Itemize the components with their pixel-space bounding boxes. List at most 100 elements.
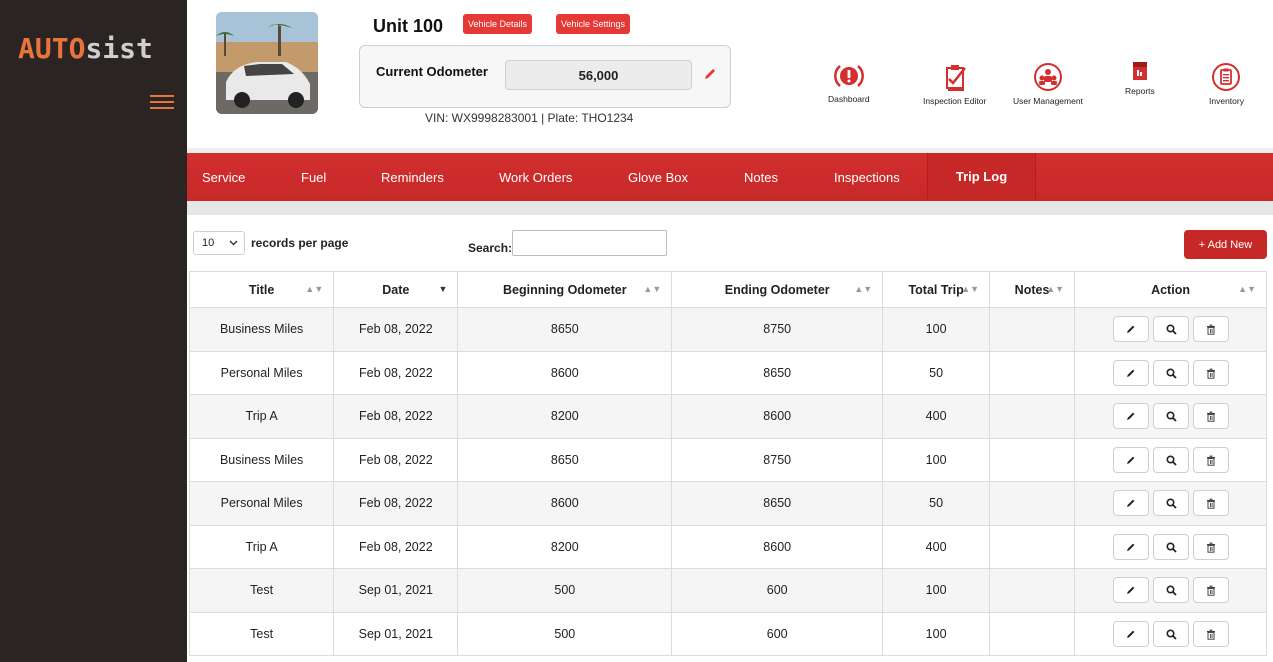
cell-beginning-odometer: 8200 [457,524,673,569]
search-input[interactable] [512,230,667,256]
odometer-panel: Current Odometer 56,000 [359,45,731,108]
cell-title: Test [188,611,335,656]
cell-ending-odometer: 600 [671,568,884,613]
cell-ending-odometer: 600 [671,611,884,656]
user-management-nav[interactable]: User Management [1013,62,1083,106]
chevron-down-icon [229,240,238,246]
view-button[interactable] [1152,403,1189,430]
vehicle-photo [216,12,318,114]
column-header-total-trip[interactable]: Total Trip ▲▼ [882,271,991,308]
column-header-ending-odometer[interactable]: Ending Odometer ▲▼ [671,271,884,308]
edit-button[interactable] [1112,533,1149,560]
view-button[interactable] [1152,533,1189,560]
search-label: Search: [468,241,513,255]
tab-inspections[interactable]: Inspections [834,170,900,185]
cell-beginning-odometer: 8650 [457,307,673,352]
cell-title: Personal Miles [188,481,335,526]
delete-button[interactable] [1192,533,1229,560]
user-management-label: User Management [1013,96,1083,106]
tab-service[interactable]: Service [202,170,245,185]
table-row[interactable]: Personal Miles Feb 08, 2022 8600 8650 50 [188,350,1267,395]
edit-button[interactable] [1112,620,1149,647]
column-header-beginning-odometer[interactable]: Beginning Odometer ▲▼ [457,271,673,308]
tab-trip-log[interactable]: Trip Log [928,153,1035,201]
odometer-value-field[interactable]: 56,000 [505,60,692,90]
column-header-action[interactable]: Action ▲▼ [1074,271,1267,308]
table-row[interactable]: Test Sep 01, 2021 500 600 100 [188,611,1267,656]
cell-total-trip: 100 [882,611,991,656]
cell-date: Sep 01, 2021 [333,568,459,613]
app-frame: AUTOsist Unit 100 Vehicle Details Vehicl… [0,0,1273,662]
edit-button[interactable] [1112,403,1149,430]
table-row[interactable]: Trip A Feb 08, 2022 8200 8600 400 [188,394,1267,439]
column-header-date[interactable]: Date ▼ [333,271,459,308]
cell-notes [989,394,1076,439]
vehicle-settings-button[interactable]: Vehicle Settings [556,14,631,34]
delete-button[interactable] [1192,359,1229,386]
view-button[interactable] [1152,620,1189,647]
cell-notes [989,481,1076,526]
edit-button[interactable] [1112,316,1149,343]
records-per-page-select[interactable]: 10 [193,231,245,255]
cell-date: Feb 08, 2022 [333,394,459,439]
pencil-icon[interactable] [703,67,719,83]
reports-label: Reports [1125,86,1155,96]
dashboard-nav[interactable]: Dashboard [828,62,870,104]
reports-nav[interactable]: Reports [1125,60,1155,96]
cell-actions [1074,307,1267,352]
sort-icon: ▲▼ [305,284,324,294]
tab-glove-box[interactable]: Glove Box [628,170,688,185]
cell-title: Test [188,568,335,613]
edit-button[interactable] [1112,359,1149,386]
hamburger-menu-icon[interactable] [150,95,174,109]
cell-total-trip: 400 [882,394,991,439]
delete-button[interactable] [1192,316,1229,343]
cell-ending-odometer: 8750 [671,307,884,352]
cell-beginning-odometer: 500 [457,568,673,613]
column-header-notes[interactable]: Notes ▲▼ [989,271,1076,308]
cell-notes [989,611,1076,656]
vehicle-details-button[interactable]: Vehicle Details [463,14,533,34]
delete-button[interactable] [1192,490,1229,517]
view-button[interactable] [1152,577,1189,604]
table-row[interactable]: Business Miles Feb 08, 2022 8650 8750 100 [188,307,1267,352]
sort-icon: ▲▼ [854,284,873,294]
section-tabs: Service Fuel Reminders Work Orders Glove… [187,148,1273,201]
view-button[interactable] [1152,359,1189,386]
inspection-editor-nav[interactable]: Inspection Editor [923,62,986,106]
tab-notes[interactable]: Notes [744,170,778,185]
table-row[interactable]: Business Miles Feb 08, 2022 8650 8750 100 [188,437,1267,482]
add-new-button[interactable]: + Add New [1184,230,1267,259]
table-row[interactable]: Trip A Feb 08, 2022 8200 8600 400 [188,524,1267,569]
delete-button[interactable] [1192,577,1229,604]
cell-title: Business Miles [188,437,335,482]
cell-notes [989,437,1076,482]
column-header-title[interactable]: Title ▲▼ [188,271,335,308]
tab-work-orders[interactable]: Work Orders [499,170,572,185]
tab-fuel[interactable]: Fuel [301,170,326,185]
view-button[interactable] [1152,316,1189,343]
inventory-nav[interactable]: Inventory [1209,62,1244,106]
delete-button[interactable] [1192,403,1229,430]
view-button[interactable] [1152,446,1189,473]
cell-actions [1074,350,1267,395]
table-row[interactable]: Personal Miles Feb 08, 2022 8600 8650 50 [188,481,1267,526]
edit-button[interactable] [1112,577,1149,604]
clipboard-icon [1212,63,1241,91]
cell-total-trip: 100 [882,307,991,352]
cell-actions [1074,437,1267,482]
cell-actions [1074,611,1267,656]
edit-button[interactable] [1112,446,1149,473]
tab-reminders[interactable]: Reminders [381,170,444,185]
cell-actions [1074,568,1267,613]
delete-button[interactable] [1192,620,1229,647]
view-button[interactable] [1152,490,1189,517]
autosist-logo[interactable]: AUTOsist [18,32,153,65]
cell-total-trip: 100 [882,568,991,613]
cell-notes [989,350,1076,395]
cell-title: Trip A [188,394,335,439]
table-row[interactable]: Test Sep 01, 2021 500 600 100 [188,568,1267,613]
delete-button[interactable] [1192,446,1229,473]
users-icon [1033,63,1062,91]
edit-button[interactable] [1112,490,1149,517]
